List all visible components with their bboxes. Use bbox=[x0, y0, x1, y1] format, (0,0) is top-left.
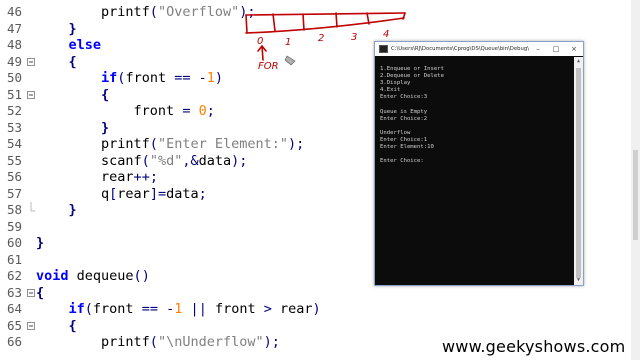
console-scrollbar[interactable]: ▲ ▼ bbox=[574, 57, 583, 285]
maximize-icon[interactable]: □ bbox=[547, 45, 565, 53]
code-line[interactable]: { bbox=[36, 87, 109, 104]
line-number: 46 bbox=[6, 4, 22, 19]
console-line: Enter Choice:1 bbox=[380, 136, 428, 143]
line-number: 51 bbox=[6, 86, 22, 102]
line-number: 48 bbox=[6, 37, 22, 52]
line-number: 58 bbox=[6, 202, 22, 217]
line-number: 60 bbox=[6, 235, 22, 250]
code-line[interactable]: } bbox=[36, 235, 44, 252]
fold-minus-icon[interactable] bbox=[27, 318, 35, 335]
scroll-down-icon[interactable]: ▼ bbox=[574, 276, 583, 285]
line-number: 62 bbox=[6, 268, 22, 283]
code-line[interactable]: if(front == -1 || front > rear) bbox=[36, 301, 321, 318]
code-line[interactable]: } bbox=[36, 202, 77, 219]
fold-minus-icon[interactable] bbox=[27, 285, 35, 302]
code-line[interactable]: { bbox=[36, 54, 77, 71]
code-line[interactable]: q[rear]=data; bbox=[36, 186, 207, 203]
console-title: C:\Users\RJ\Documents\Cprog\DS\Queue\bin… bbox=[391, 46, 529, 52]
console-line: Queue is Empty bbox=[380, 108, 428, 115]
line-number: 50 bbox=[6, 70, 22, 85]
line-number: 59 bbox=[6, 218, 22, 234]
line-number: 47 bbox=[6, 20, 22, 36]
line-number: 65 bbox=[6, 317, 22, 333]
code-line[interactable]: if(front == -1) bbox=[36, 70, 223, 87]
code-line[interactable]: void dequeue() bbox=[36, 268, 150, 285]
minimize-icon[interactable]: – bbox=[529, 45, 547, 53]
watermark: www.geekyshows.com bbox=[442, 337, 626, 356]
console-line: Enter Choice: bbox=[380, 158, 424, 165]
code-line[interactable]: } bbox=[36, 120, 109, 137]
line-number: 53 bbox=[6, 119, 22, 135]
line-number: 56 bbox=[6, 169, 22, 184]
code-line[interactable]: scanf("%d",&data); bbox=[36, 153, 247, 170]
fold-minus-icon[interactable] bbox=[27, 54, 35, 71]
console-line: 3.Display bbox=[380, 80, 411, 87]
line-number: 66 bbox=[6, 334, 22, 349]
console-line: 4.Exit bbox=[380, 87, 401, 94]
fold-end-icon[interactable] bbox=[27, 202, 35, 219]
code-line[interactable]: { bbox=[36, 318, 77, 335]
line-number: 52 bbox=[6, 103, 22, 118]
editor-scrollbar-thumb[interactable] bbox=[633, 150, 638, 240]
line-number: 55 bbox=[6, 152, 22, 168]
code-line[interactable]: front = 0; bbox=[36, 103, 215, 120]
scroll-up-icon[interactable]: ▲ bbox=[574, 57, 583, 66]
code-line[interactable]: rear++; bbox=[36, 169, 158, 186]
code-line[interactable]: else bbox=[36, 37, 102, 54]
console-window[interactable]: C:\Users\RJ\Documents\Cprog\DS\Queue\bin… bbox=[374, 41, 584, 286]
editor-scrollbar[interactable] bbox=[631, 0, 640, 360]
close-icon[interactable]: × bbox=[565, 45, 583, 53]
code-line[interactable]: } bbox=[36, 21, 77, 38]
code-line[interactable]: printf("Enter Element:"); bbox=[36, 136, 304, 153]
code-line[interactable]: { bbox=[36, 285, 44, 302]
fold-minus-icon[interactable] bbox=[27, 87, 35, 104]
line-number: 63 bbox=[6, 284, 22, 300]
console-titlebar[interactable]: C:\Users\RJ\Documents\Cprog\DS\Queue\bin… bbox=[375, 42, 583, 56]
console-line: 2.Dequeue or Delete bbox=[380, 73, 444, 80]
code-line[interactable]: printf("\nUnderflow"); bbox=[36, 334, 280, 351]
console-line: Underflow bbox=[380, 129, 411, 136]
line-number: 57 bbox=[6, 185, 22, 201]
console-line: 1.Enqueue or Insert bbox=[380, 66, 444, 72]
line-number: 61 bbox=[6, 251, 22, 267]
console-scrollbar-thumb[interactable] bbox=[576, 68, 581, 278]
console-line: Enter Choice:2 bbox=[380, 115, 428, 122]
console-line: Enter Choice:3 bbox=[380, 94, 428, 101]
line-number: 64 bbox=[6, 301, 22, 316]
console-line: Enter Element:10 bbox=[380, 144, 434, 151]
console-app-icon bbox=[379, 45, 388, 53]
code-line[interactable]: printf("Overflow"); bbox=[36, 4, 255, 21]
console-output[interactable]: 1.Enqueue or Insert 2.Dequeue or Delete 3.… bbox=[375, 57, 574, 285]
line-number: 54 bbox=[6, 136, 22, 151]
line-number: 49 bbox=[6, 53, 22, 69]
